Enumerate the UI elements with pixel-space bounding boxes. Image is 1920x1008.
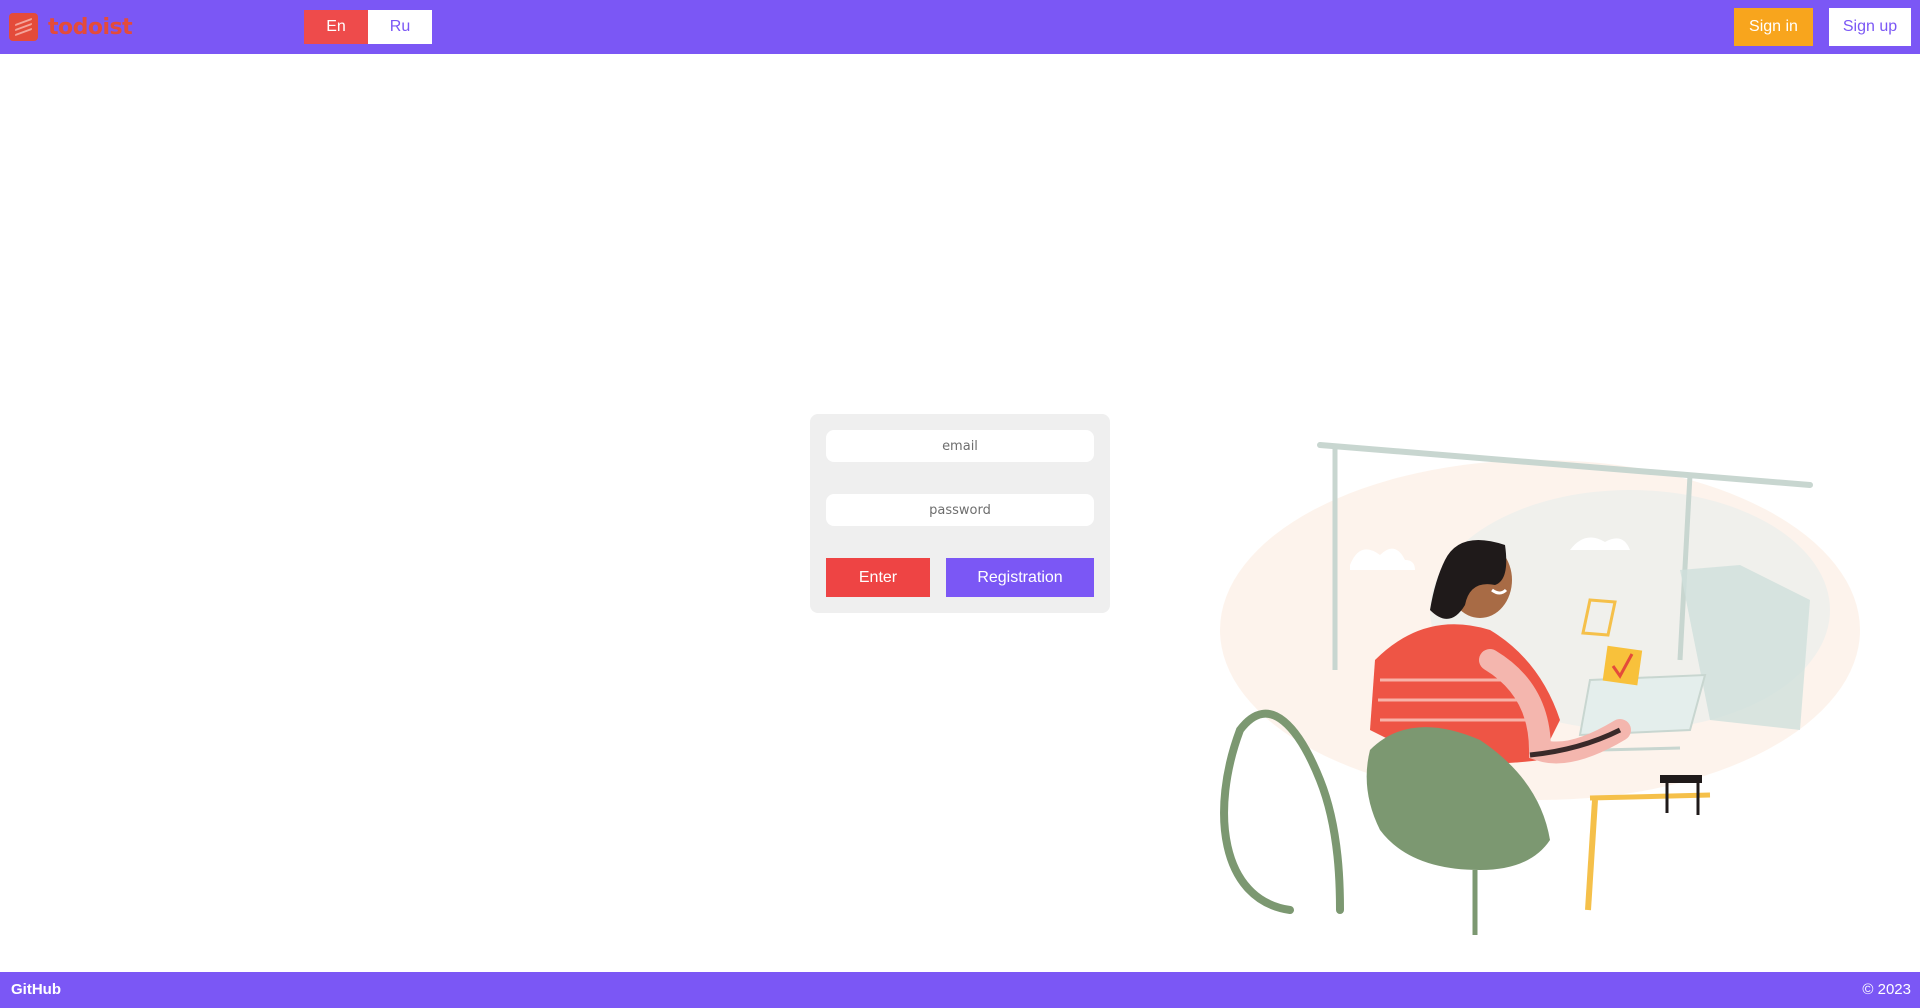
enter-button[interactable]: Enter (826, 558, 930, 597)
language-ru-button[interactable]: Ru (368, 10, 432, 44)
footer-bar: GitHub © 2023 (0, 972, 1920, 1008)
login-form: Enter Registration (810, 414, 1110, 613)
top-nav-bar: todoist En Ru Sign in Sign up (0, 0, 1920, 54)
email-input[interactable] (826, 430, 1094, 462)
logo-text: todoist (48, 14, 133, 40)
woman-at-desk-illustration (1220, 442, 1860, 935)
registration-button[interactable]: Registration (946, 558, 1094, 597)
password-input[interactable] (826, 494, 1094, 526)
github-link[interactable]: GitHub (11, 981, 61, 998)
language-en-button[interactable]: En (304, 10, 368, 44)
todoist-logo[interactable]: todoist (9, 13, 133, 41)
sign-in-button[interactable]: Sign in (1734, 8, 1813, 46)
todoist-logo-icon (9, 13, 38, 41)
sign-up-button[interactable]: Sign up (1829, 8, 1911, 46)
copyright-text: © 2023 (1862, 981, 1911, 998)
